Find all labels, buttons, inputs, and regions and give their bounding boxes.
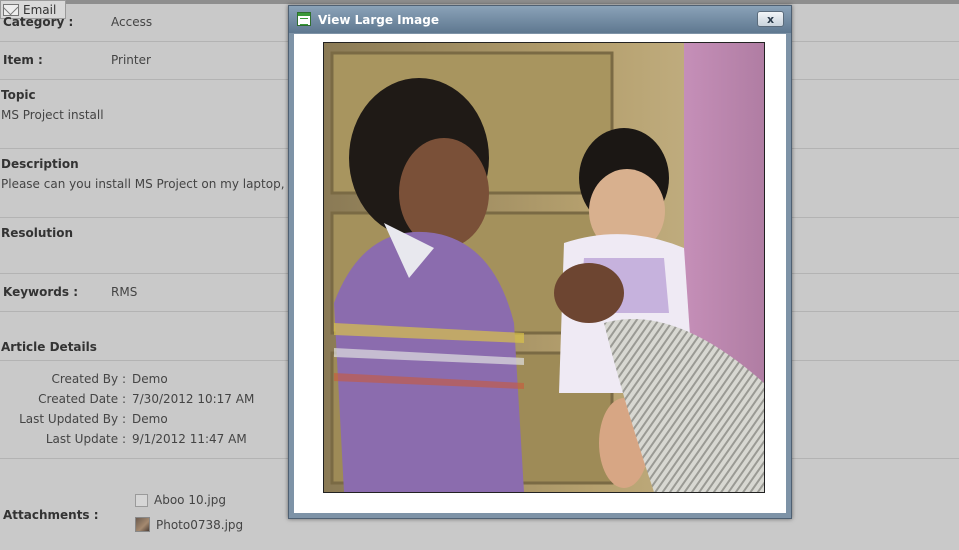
file-icon	[135, 493, 148, 507]
attachment-link[interactable]: Aboo 10.jpg	[135, 493, 226, 507]
dialog-title: View Large Image	[318, 13, 439, 27]
attachment-name: Photo0738.jpg	[156, 517, 244, 532]
attachment-link[interactable]: Photo0738.jpg	[135, 517, 243, 532]
created-date-label: Created Date :	[38, 392, 126, 406]
top-bar	[0, 0, 959, 4]
large-image	[323, 42, 765, 493]
photo-illustration	[324, 43, 764, 492]
last-update-label: Last Update :	[45, 432, 126, 446]
created-date-value: 7/30/2012 10:17 AM	[132, 392, 255, 406]
category-value: Access	[111, 15, 153, 29]
category-label: Category :	[3, 15, 74, 29]
description-value: Please can you install MS Project on my …	[1, 177, 304, 191]
attachment-name: Aboo 10.jpg	[154, 493, 226, 507]
created-by-value: Demo	[132, 372, 168, 386]
image-window-icon	[297, 12, 311, 26]
topic-label: Topic	[1, 88, 36, 102]
last-updated-by-label: Last Updated By :	[19, 412, 126, 426]
dialog-body	[294, 34, 786, 513]
item-label: Item :	[3, 53, 43, 67]
last-update-value: 9/1/2012 11:47 AM	[132, 432, 247, 446]
close-button[interactable]: x	[757, 11, 784, 27]
envelope-icon	[3, 3, 19, 16]
resolution-label: Resolution	[1, 226, 74, 240]
boy-face	[399, 138, 489, 248]
article-details-heading: Article Details	[1, 340, 97, 354]
description-label: Description	[1, 157, 79, 171]
close-icon: x	[766, 12, 775, 26]
photo-thumbnail-icon	[135, 517, 150, 532]
topic-value: MS Project install	[1, 108, 104, 122]
keywords-label: Keywords :	[3, 285, 79, 299]
view-large-image-dialog: View Large Image x	[288, 5, 792, 519]
adult-hand	[554, 263, 624, 323]
last-updated-by-value: Demo	[132, 412, 168, 426]
dialog-title-bar[interactable]: View Large Image x	[289, 6, 791, 33]
created-by-label: Created By :	[51, 372, 127, 386]
attachments-label: Attachments :	[3, 508, 99, 522]
item-value: Printer	[111, 53, 151, 67]
keywords-value: RMS	[111, 285, 138, 299]
